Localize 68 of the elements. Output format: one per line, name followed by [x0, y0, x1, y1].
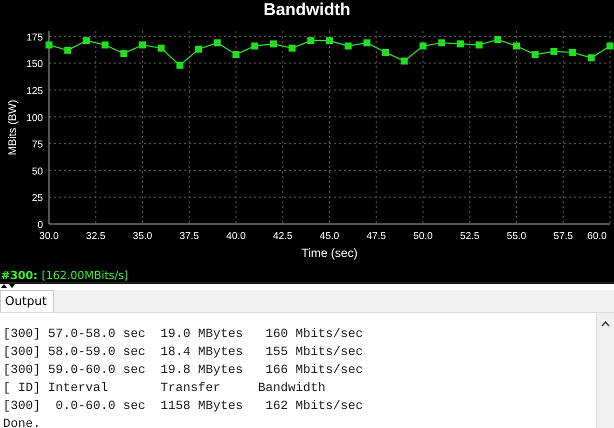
x-tick-label: 50.0	[413, 231, 433, 242]
x-tick-label: 42.5	[273, 231, 292, 242]
data-point	[64, 46, 72, 54]
x-tick-label: 52.5	[460, 231, 480, 242]
x-tick-label: 47.5	[366, 231, 386, 242]
data-point	[476, 41, 483, 48]
data-point	[232, 51, 240, 58]
y-tick-label: 150	[26, 59, 43, 70]
collapse-down-icon[interactable]	[9, 284, 15, 288]
y-tick-label: 25	[32, 193, 43, 204]
x-tick-label: 37.5	[180, 231, 199, 242]
data-point	[438, 39, 446, 46]
output-line: [300] 58.0-59.0 sec 18.4 MBytes 155 Mbits/sec	[3, 344, 364, 361]
data-point	[569, 48, 576, 56]
data-point	[456, 40, 464, 48]
data-point	[550, 48, 558, 55]
data-point	[158, 44, 165, 52]
data-point	[82, 37, 90, 44]
x-axis-label: Time (sec)	[301, 246, 358, 260]
data-point	[400, 58, 408, 65]
data-point	[251, 42, 258, 50]
y-tick-label: 100	[26, 112, 43, 124]
data-point	[363, 39, 370, 46]
data-point	[288, 44, 296, 52]
y-tick-label: 50	[32, 166, 43, 178]
output-line: [300] 59.0-60.0 sec 19.8 MBytes 166 Mbits/sec	[3, 362, 364, 379]
data-point	[588, 54, 595, 62]
data-point	[420, 42, 426, 50]
data-point	[326, 37, 333, 44]
data-point	[532, 51, 539, 58]
y-axis-label: MBits (BW)	[7, 100, 19, 156]
data-point	[139, 41, 146, 48]
y-tick-label: 175	[26, 32, 43, 44]
data-point	[120, 50, 128, 58]
data-point	[382, 48, 390, 56]
x-tick-label: 35.0	[132, 231, 152, 242]
y-tick-label: 0	[37, 220, 43, 231]
output-line: Done.	[3, 416, 42, 428]
data-point	[606, 42, 614, 50]
x-tick-label: 45.0	[320, 231, 340, 242]
output-tab[interactable]: Output	[0, 290, 54, 312]
x-tick-label: 60.0	[587, 231, 607, 242]
chart-title: Bandwidth	[264, 0, 350, 19]
x-tick-label: 57.5	[554, 231, 573, 242]
x-tick-label: 32.5	[86, 231, 106, 242]
output-line: [300] 0.0-60.0 sec 1158 MBytes 162 Mbits/sec	[3, 398, 364, 415]
stream-bandwidth: [162.00MBits/s]	[42, 268, 128, 282]
data-point	[307, 37, 314, 44]
data-point	[270, 40, 277, 48]
data-point	[195, 46, 202, 53]
data-point	[494, 36, 502, 44]
x-tick-label: 40.0	[226, 231, 246, 242]
y-tick-label: 125	[26, 86, 43, 97]
data-point	[214, 39, 221, 46]
scroll-up-icon[interactable]	[601, 321, 610, 327]
data-point	[176, 62, 184, 69]
stream-id: #300:	[1, 268, 38, 282]
x-tick-label: 30.0	[39, 231, 59, 242]
output-line: [300] 57.0-58.0 sec 19.0 MBytes 160 Mbits/sec	[3, 326, 364, 343]
data-point	[513, 42, 520, 50]
y-tick-label: 75	[32, 140, 43, 151]
scrollbar[interactable]	[596, 313, 614, 428]
x-tick-label: 55.0	[506, 231, 526, 242]
collapse-up-icon[interactable]	[1, 284, 7, 288]
data-point	[46, 41, 52, 48]
data-point	[102, 41, 109, 48]
data-point	[344, 42, 352, 50]
output-line: [ ID] Interval Transfer Bandwidth	[3, 380, 327, 397]
